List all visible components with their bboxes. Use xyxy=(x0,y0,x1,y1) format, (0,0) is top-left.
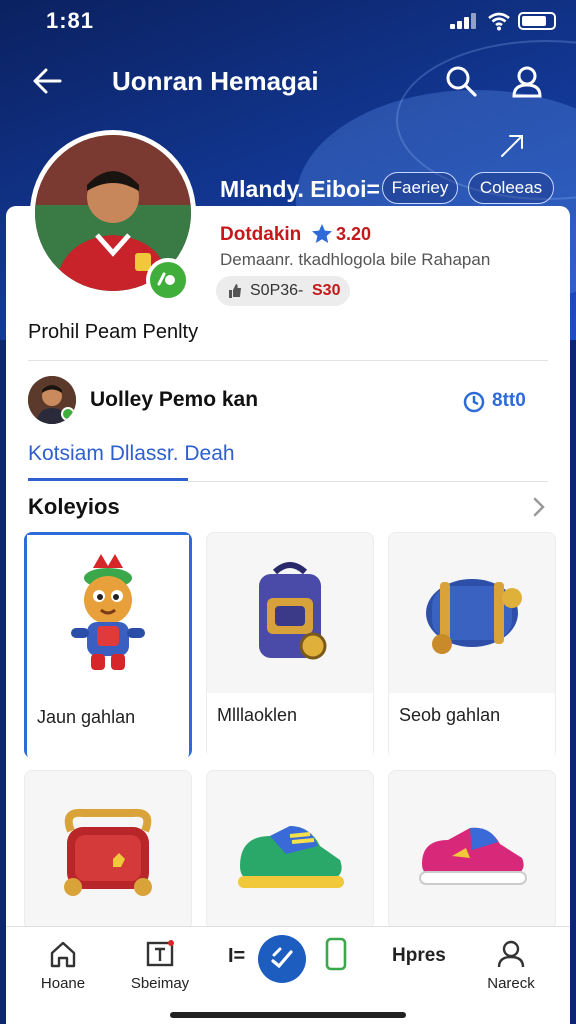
collection-item-label: Mlllaoklen xyxy=(217,705,298,725)
profile-icon xyxy=(497,940,525,968)
thumb-icon xyxy=(229,284,241,298)
rating-value: 3.20 xyxy=(336,224,372,244)
player-row[interactable]: Uolley Pemo kan 8tt0 xyxy=(26,376,546,430)
back-arrow-icon[interactable] xyxy=(30,66,64,96)
collection-item[interactable]: Mlllaoklen xyxy=(206,532,374,759)
collection-item[interactable]: Seob gahlan xyxy=(388,532,556,759)
wifi-icon xyxy=(488,12,510,31)
stat-a: S0P36- xyxy=(250,282,304,299)
backpack-icon xyxy=(207,533,373,693)
battery-icon xyxy=(518,12,556,30)
stat-b: S30 xyxy=(312,282,341,299)
tile-label-area xyxy=(207,693,373,759)
phone-icon[interactable] xyxy=(324,937,348,971)
favorites-pill[interactable]: Faeriey xyxy=(382,172,458,204)
chevron-right-icon[interactable] xyxy=(530,496,548,518)
nav-profile[interactable]: Nareck xyxy=(476,927,546,1007)
check-icon xyxy=(271,947,293,969)
collection-item[interactable]: Jaun gahlan xyxy=(24,532,192,761)
nav-store[interactable]: Sbeimay xyxy=(122,927,198,1007)
nav-press[interactable]: Hpres xyxy=(392,945,446,967)
page-title: Uonran Hemagai xyxy=(112,66,319,96)
toy-figure-icon xyxy=(27,535,189,695)
divider xyxy=(28,360,548,361)
collection-item-label: Seob gahlan xyxy=(399,705,501,725)
collection-title: Koleyios xyxy=(28,494,120,519)
tile-label-area xyxy=(389,693,555,759)
star-icon xyxy=(312,224,332,243)
collection-item[interactable] xyxy=(24,770,192,930)
share-icon[interactable] xyxy=(496,130,528,162)
player-name: Uolley Pemo kan xyxy=(90,388,259,411)
nav-action-button[interactable] xyxy=(258,935,306,983)
user-icon[interactable] xyxy=(510,64,544,98)
profile-card: Dotdakin 3.20 Demaanr. tkadhlogola bile … xyxy=(6,206,570,966)
nav-profile-label: Nareck xyxy=(487,975,535,992)
bag-icon xyxy=(25,771,191,931)
tab-divider xyxy=(188,481,548,482)
profile-name: Mlandy. Eiboi= xyxy=(220,176,380,202)
status-time: 1:81 xyxy=(46,8,95,33)
nav-separator: I= xyxy=(228,945,246,967)
section-title: Prohil Peam Penlty xyxy=(28,321,199,343)
nav-store-label: Sbeimay xyxy=(130,975,190,992)
nav-home-label: Hoane xyxy=(40,975,86,992)
status-bar: 1:81 xyxy=(0,8,576,34)
verified-badge xyxy=(146,258,190,302)
collection-item-label: Jaun gahlan xyxy=(37,707,136,727)
search-icon[interactable] xyxy=(444,64,478,98)
profile-subtitle: Demaanr. tkadhlogola bile Rahapan xyxy=(220,250,491,269)
collections-pill[interactable]: Coleeas xyxy=(468,172,554,204)
signal-icon xyxy=(450,13,478,29)
home-indicator xyxy=(170,1012,406,1018)
top-bar: Uonran Hemagai xyxy=(0,58,576,104)
pink-sneaker-icon xyxy=(389,771,555,931)
tab-underline xyxy=(28,478,188,481)
home-icon xyxy=(50,941,76,968)
link-icon[interactable] xyxy=(462,390,486,414)
bottom-nav: Hoane Sbeimay I= Hpres Nareck xyxy=(6,926,570,1024)
collection-item[interactable] xyxy=(388,770,556,930)
tab-active[interactable]: Kotsiam Dllassr. Deah xyxy=(28,442,235,466)
stat-pill[interactable]: S0P36- S30 xyxy=(216,276,350,306)
rating-label: Dotdakin xyxy=(220,224,302,245)
barrel-icon xyxy=(389,533,555,693)
player-avatar xyxy=(28,376,76,424)
nav-home[interactable]: Hoane xyxy=(28,927,98,1007)
collection-item[interactable] xyxy=(206,770,374,930)
player-count: 8tt0 xyxy=(492,390,526,411)
sneaker-icon xyxy=(207,771,373,931)
tile-label-area xyxy=(27,695,189,761)
store-icon xyxy=(146,940,174,967)
